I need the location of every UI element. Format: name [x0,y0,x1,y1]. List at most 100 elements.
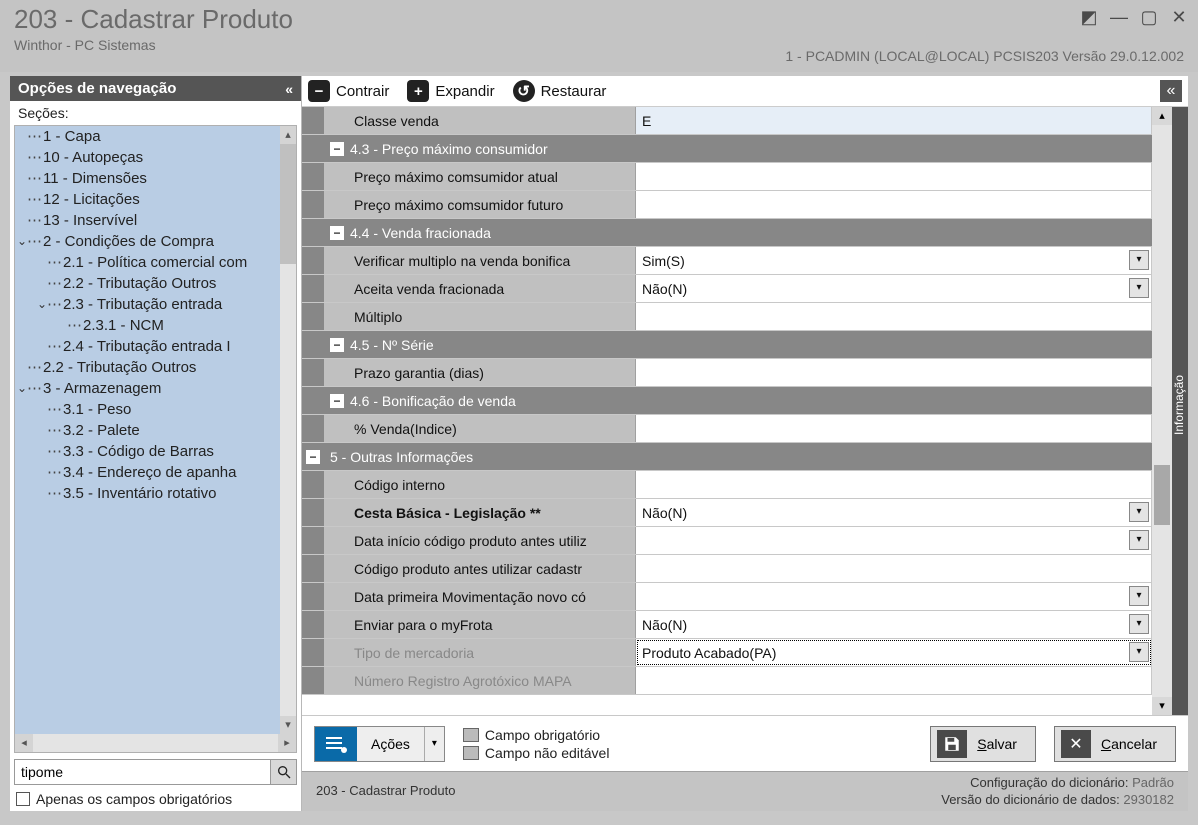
grid-row: Aceita venda fracionadaNão(N)▾ [302,275,1152,303]
dropdown-icon[interactable]: ▾ [1129,250,1149,270]
collapse-panel-icon[interactable]: « [1160,80,1182,102]
contrair-button[interactable]: − Contrair [308,80,389,102]
sidebar-header-label: Opções de navegação [18,80,176,97]
sections-tree[interactable]: ⋯1 - Capa⋯10 - Autopeças⋯11 - Dimensões⋯… [15,126,296,734]
tree-item[interactable]: ⋯3.3 - Código de Barras [15,441,296,462]
field-value[interactable] [636,163,1152,190]
tree-item[interactable]: ⋯2.4 - Tributação entrada I [15,336,296,357]
field-label: Código interno [346,471,636,498]
field-value[interactable]: E [636,107,1152,134]
dropdown-icon[interactable]: ▾ [1129,586,1149,606]
tree-item[interactable]: ⌄⋯3 - Armazenagem [15,378,296,399]
close-icon[interactable]: ✕ [1168,6,1190,28]
salvar-button[interactable]: Salvar [930,726,1036,762]
field-value[interactable]: Não(N)▾ [636,499,1152,526]
tree-item[interactable]: ⋯3.4 - Endereço de apanha [15,462,296,483]
field-label: Prazo garantia (dias) [346,359,636,386]
status-config-value: Padrão [1132,775,1174,790]
field-label: Código produto antes utilizar cadastr [346,555,636,582]
maximize-icon[interactable]: ▢ [1138,6,1160,28]
collapse-sidebar-icon[interactable]: « [285,81,293,97]
field-value[interactable]: Sim(S)▾ [636,247,1152,274]
cancelar-button[interactable]: ✕ Cancelar [1054,726,1176,762]
field-value[interactable]: Não(N)▾ [636,275,1152,302]
grid-row: Enviar para o myFrotaNão(N)▾ [302,611,1152,639]
dropdown-icon[interactable]: ▾ [1129,530,1149,550]
dropdown-icon[interactable]: ▾ [1129,614,1149,634]
window-info: 1 - PCADMIN (LOCAL@LOCAL) PCSIS203 Versã… [785,48,1184,64]
tree-item[interactable]: ⋯3.1 - Peso [15,399,296,420]
collapse-icon[interactable]: − [330,394,344,408]
grid-section-header[interactable]: −4.4 - Venda fracionada [302,219,1152,247]
field-label: Enviar para o myFrota [346,611,636,638]
field-label: Aceita venda fracionada [346,275,636,302]
expandir-button[interactable]: + Expandir [407,80,494,102]
search-input[interactable] [15,760,270,784]
acoes-icon [315,727,357,761]
grid-section-header[interactable]: −5 - Outras Informações [302,443,1152,471]
collapse-icon[interactable]: − [330,142,344,156]
grid-row: Código produto antes utilizar cadastr [302,555,1152,583]
minus-icon: − [308,80,330,102]
field-value[interactable] [636,415,1152,442]
edit-icon[interactable]: ◩ [1078,6,1100,28]
grid-row: % Venda(Indice) [302,415,1152,443]
status-version-label: Versão do dicionário de dados: [941,792,1120,807]
acoes-button[interactable]: Ações ▾ [314,726,445,762]
status-version-value: 2930182 [1123,792,1174,807]
field-value[interactable]: Não(N)▾ [636,611,1152,638]
mandatory-only-label: Apenas os campos obrigatórios [36,791,232,807]
grid-section-header[interactable]: −4.3 - Preço máximo consumidor [302,135,1152,163]
field-value[interactable] [636,667,1152,694]
field-value[interactable]: ▾ [636,527,1152,554]
tree-item[interactable]: ⋯13 - Inservível [15,210,296,231]
field-value[interactable] [636,555,1152,582]
tree-item[interactable]: ⌄⋯2.3 - Tributação entrada [15,294,296,315]
search-icon[interactable] [270,760,296,784]
chevron-down-icon: ▾ [424,727,444,761]
dropdown-icon[interactable]: ▾ [1129,278,1149,298]
grid-section-header[interactable]: −4.6 - Bonificação de venda [302,387,1152,415]
collapse-icon[interactable]: − [330,338,344,352]
tree-item[interactable]: ⋯11 - Dimensões [15,168,296,189]
tree-item[interactable]: ⋯2.1 - Política comercial com [15,252,296,273]
minimize-icon[interactable]: — [1108,6,1130,28]
field-value[interactable] [636,359,1152,386]
tree-item[interactable]: ⋯3.2 - Palete [15,420,296,441]
dropdown-icon[interactable]: ▾ [1129,642,1149,662]
tree-item[interactable]: ⋯2.2 - Tributação Outros [15,273,296,294]
grid-row: Número Registro Agrotóxico MAPA [302,667,1152,695]
tree-horizontal-scrollbar[interactable]: ◂▸ [15,734,296,752]
tree-item[interactable]: ⌄⋯2 - Condições de Compra [15,231,296,252]
search-row [14,759,297,785]
field-value[interactable]: Produto Acabado(PA)▾ [636,639,1152,666]
tree-item[interactable]: ⋯10 - Autopeças [15,147,296,168]
grid-row: Data primeira Movimentação novo có▾ [302,583,1152,611]
restaurar-button[interactable]: ↺ Restaurar [513,80,607,102]
tree-item[interactable]: ⋯12 - Licitações [15,189,296,210]
collapse-icon[interactable]: − [330,226,344,240]
grid-row: Cesta Básica - Legislação **Não(N)▾ [302,499,1152,527]
info-tab[interactable]: Informação [1172,107,1188,715]
tree-item[interactable]: ⋯3.5 - Inventário rotativo [15,483,296,504]
grid-scrollbar[interactable]: ▴▾ [1152,107,1172,715]
tree-vertical-scrollbar[interactable]: ▴▾ [280,126,296,734]
grid-row: Preço máximo comsumidor futuro [302,191,1152,219]
dropdown-icon[interactable]: ▾ [1129,502,1149,522]
tree-item[interactable]: ⋯2.3.1 - NCM [15,315,296,336]
mandatory-only-checkbox[interactable] [16,792,30,806]
field-value[interactable] [636,191,1152,218]
field-value[interactable] [636,303,1152,330]
sections-label: Seções: [10,101,301,125]
field-value[interactable] [636,471,1152,498]
field-label: Data início código produto antes utiliz [346,527,636,554]
tree-item[interactable]: ⋯1 - Capa [15,126,296,147]
grid-section-header[interactable]: −4.5 - Nº Série [302,331,1152,359]
field-label: Múltiplo [346,303,636,330]
cancel-icon: ✕ [1061,730,1091,758]
field-label: Preço máximo comsumidor futuro [346,191,636,218]
field-value[interactable]: ▾ [636,583,1152,610]
sidebar-header: Opções de navegação « [10,76,301,101]
tree-item[interactable]: ⋯2.2 - Tributação Outros [15,357,296,378]
field-label: Classe venda [346,107,636,134]
